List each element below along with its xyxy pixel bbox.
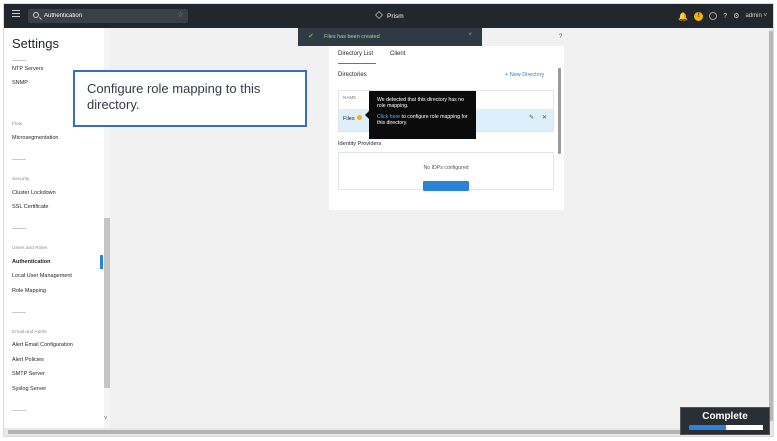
active-item-indicator [100,255,103,269]
divider [12,60,26,61]
divider [12,159,26,160]
page-horizontal-scrollbar[interactable] [4,428,773,436]
sidebar-item-smtp-server[interactable]: SMTP Server [12,371,45,377]
divider [12,312,26,313]
identity-providers-box: No IDPs configured [338,152,554,191]
panel-scrollbar[interactable] [558,68,561,154]
group-label-security: Security [12,177,30,182]
user-name: admin [745,13,762,19]
tooltip-action: Click here to configure role mapping for… [377,114,468,127]
search-box[interactable]: ☆ [28,9,188,23]
page-vertical-scrollbar[interactable] [769,28,773,428]
sidebar-item-ssl-certificate[interactable]: SSL Certificate [12,204,48,210]
tooltip-arrow [365,111,369,119]
divider [12,228,26,229]
sidebar-item-cluster-lockdown[interactable]: Cluster Lockdown [12,190,56,196]
edit-icon[interactable]: ✎ [529,114,534,121]
top-bar: ☆ Prism 🔔 ! ? ⚙ admin ˅ [4,4,773,28]
prism-logo-icon [375,11,383,19]
app-brand: Prism [375,11,404,20]
new-directory-button[interactable]: + New Directory [505,72,544,78]
success-toast: ✔ Files has been created × [298,28,482,46]
identity-providers-heading: Identity Providers [338,141,382,147]
sidebar-scroll-thumb[interactable] [104,218,110,388]
toast-close-button[interactable]: × [468,32,472,38]
column-header-name: NAME [343,95,357,100]
directories-heading: Directories [338,72,367,78]
sidebar-item-syslog-server[interactable]: Syslog Server [12,386,46,392]
sidebar-item-alert-policies[interactable]: Alert Policies [12,357,44,363]
chevron-down-icon: ˅ [763,13,767,19]
task-status-icon[interactable] [709,12,718,20]
instruction-callout: Configure role mapping to this directory… [73,70,307,127]
help-icon[interactable]: ? [559,34,562,40]
group-label-flow: Flow [12,122,23,127]
bell-icon[interactable]: 🔔 [678,12,688,21]
add-idp-button[interactable] [423,181,469,191]
check-icon: ✔ [308,33,314,40]
delete-icon[interactable]: ✕ [542,114,547,121]
app-window: ☆ Prism 🔔 ! ? ⚙ admin ˅ Settings NTP Ser… [3,3,774,437]
group-label-email-and-alerts: Email and Alerts [12,330,47,335]
active-tab-underline [338,63,376,64]
star-icon[interactable]: ☆ [177,10,184,19]
sidebar-item-alert-email-configuration[interactable]: Alert Email Configuration [12,342,73,348]
sidebar-item-local-user-management[interactable]: Local User Management [12,273,72,279]
page-vertical-scroll-thumb[interactable] [769,31,773,421]
warning-dot-icon[interactable] [356,115,362,120]
tab-directory-list[interactable]: Directory List [338,51,373,61]
scroll-down-icon[interactable]: ˅ [104,416,108,422]
sidebar-item-role-mapping[interactable]: Role Mapping [12,288,46,294]
tab-client[interactable]: Client [390,51,405,57]
sidebar-item-ntp-servers[interactable]: NTP Servers [12,66,43,72]
search-icon [33,12,39,18]
directory-name: Files [343,116,355,122]
search-input[interactable] [44,10,164,22]
top-bar-actions: 🔔 ! ? ⚙ admin ˅ [678,10,767,22]
sidebar-item-snmp[interactable]: SNMP [12,80,28,86]
app-name: Prism [387,13,404,20]
warning-badge[interactable]: ! [694,11,704,21]
page-horizontal-scroll-thumb[interactable] [8,430,763,434]
tooltip-text: We detected that this directory has no r… [377,97,464,110]
progress-widget[interactable]: Complete [680,407,770,435]
progress-bar [689,425,763,430]
directory-name-cell: Files [343,115,362,122]
sidebar-item-microsegmentation[interactable]: Microsegmentation [12,135,58,141]
toast-message: Files has been created [324,34,380,40]
hamburger-menu-icon[interactable] [12,10,20,18]
click-here-link[interactable]: Click here [377,114,400,120]
page-title: Settings [12,36,59,51]
no-idps-message: No IDPs configured [423,165,469,171]
divider [12,410,26,411]
group-label-users-and-roles: Users and Roles [12,246,48,251]
help-menu-icon[interactable]: ? [723,13,727,20]
progress-bar-fill [689,425,726,430]
role-mapping-tooltip: We detected that this directory has no r… [365,91,476,139]
sidebar-item-authentication[interactable]: Authentication [12,259,51,265]
progress-label: Complete [702,411,748,422]
gear-icon[interactable]: ⚙ [733,12,739,20]
user-menu[interactable]: admin ˅ [745,13,767,19]
